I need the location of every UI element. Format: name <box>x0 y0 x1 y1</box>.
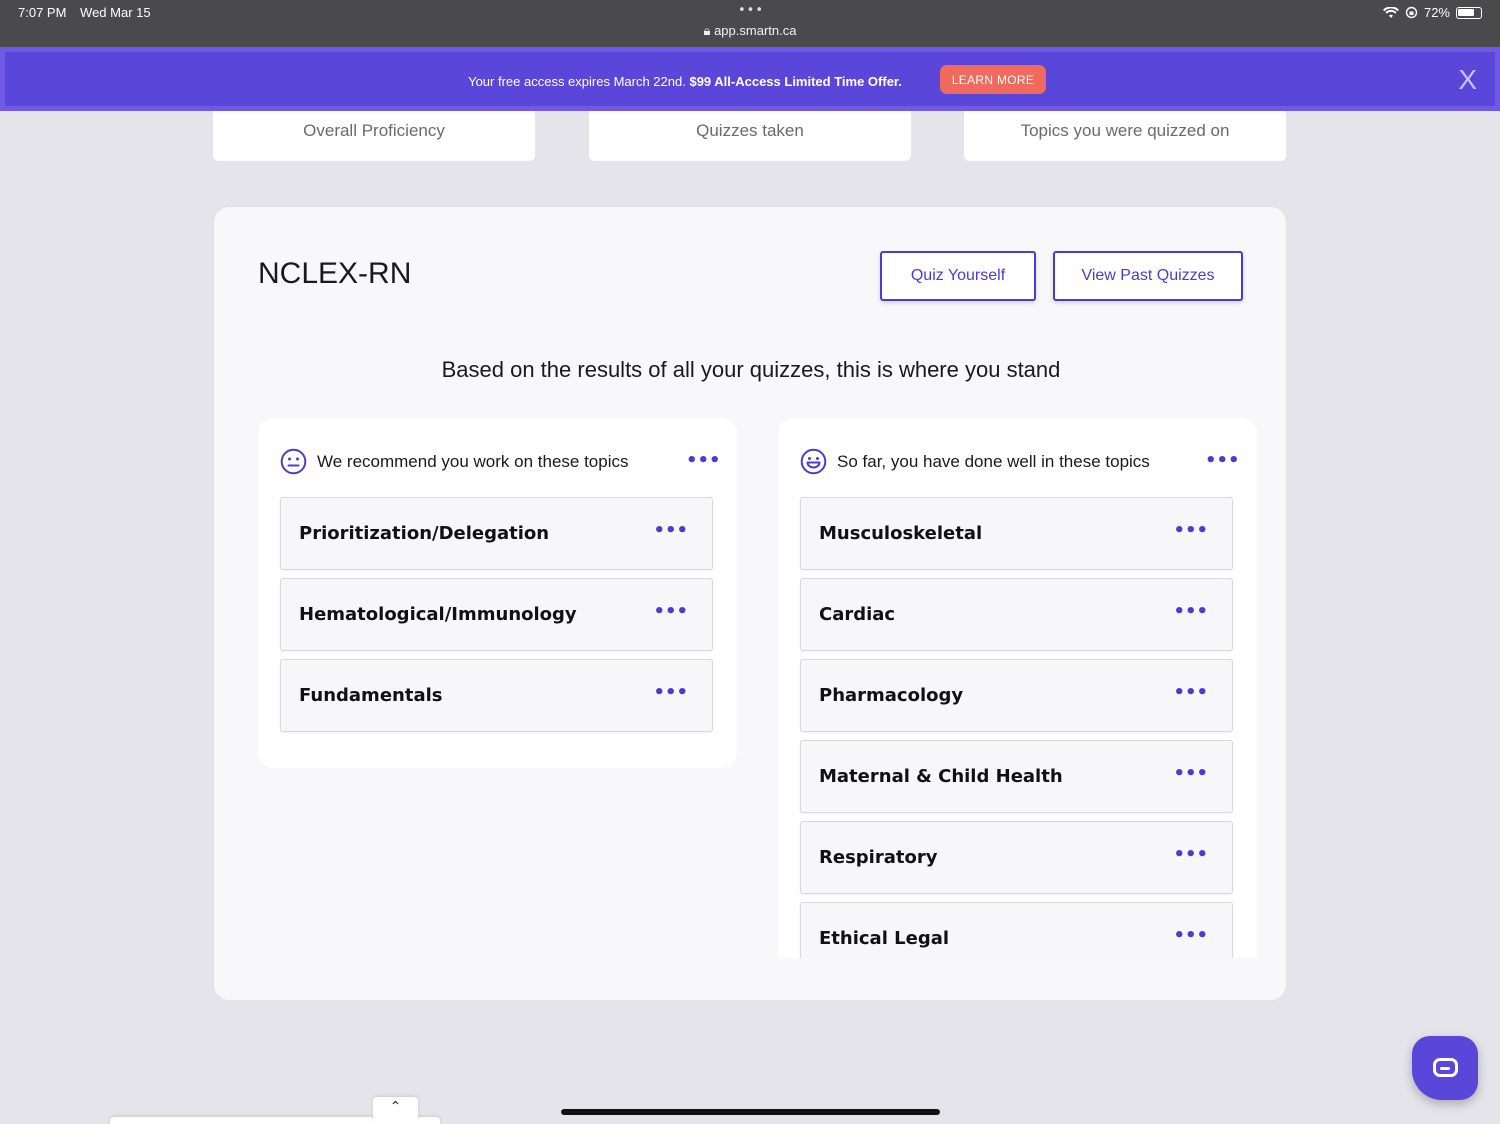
stat-card-topics-quizzed: Topics you were quizzed on <box>964 111 1286 161</box>
topic-label: Prioritization/Delegation <box>299 523 550 544</box>
standing-subtitle: Based on the results of all your quizzes… <box>441 357 1061 382</box>
topic-item[interactable]: Musculoskeletal ••• <box>800 497 1233 570</box>
wifi-icon <box>1382 6 1399 18</box>
promo-expiry-text: Your free access expires March 22nd. <box>468 74 686 89</box>
more-options-icon[interactable]: ••• <box>1173 601 1208 622</box>
more-options-icon[interactable]: ••• <box>1205 450 1240 471</box>
stat-card-overall-proficiency: Overall Proficiency <box>213 111 535 161</box>
topic-label: Musculoskeletal <box>819 523 983 544</box>
status-indicators: 72% <box>1382 5 1482 20</box>
recommend-header: We recommend you work on these topics <box>280 448 629 475</box>
neutral-face-icon <box>280 448 307 475</box>
chat-launcher-button[interactable] <box>1412 1036 1478 1100</box>
more-options-icon[interactable]: ••• <box>653 520 688 541</box>
more-options-icon[interactable]: ••• <box>1173 682 1208 703</box>
more-options-icon[interactable]: ••• <box>686 450 721 471</box>
promo-banner: Your free access expires March 22nd. $99… <box>0 47 1500 111</box>
recommend-heading: We recommend you work on these topics <box>317 451 629 471</box>
topic-label: Respiratory <box>819 847 938 868</box>
quiz-yourself-button[interactable]: Quiz Yourself <box>880 251 1036 301</box>
more-options-icon[interactable]: ••• <box>1173 925 1208 946</box>
topic-item[interactable]: Respiratory ••• <box>800 821 1233 894</box>
learn-more-button[interactable]: LEARN MORE <box>940 65 1046 94</box>
stat-label: Overall Proficiency <box>303 121 445 140</box>
topic-item[interactable]: Maternal & Child Health ••• <box>800 740 1233 813</box>
topic-item[interactable]: Hematological/Immunology ••• <box>280 578 713 651</box>
topic-item[interactable]: Fundamentals ••• <box>280 659 713 732</box>
topic-label: Ethical Legal <box>819 928 950 949</box>
promo-offer-text: $99 All-Access Limited Time Offer. <box>689 74 902 89</box>
more-options-icon[interactable]: ••• <box>1173 844 1208 865</box>
topic-label: Cardiac <box>819 604 896 625</box>
well-topics-card: So far, you have done well in these topi… <box>778 418 1257 958</box>
stat-label: Topics you were quizzed on <box>1020 121 1230 140</box>
well-heading: So far, you have done well in these topi… <box>837 451 1150 471</box>
status-date: Wed Mar 15 <box>80 5 151 20</box>
stat-card-quizzes-taken: Quizzes taken <box>589 111 911 161</box>
view-past-quizzes-button[interactable]: View Past Quizzes <box>1053 251 1243 301</box>
chat-icon <box>1433 1058 1458 1077</box>
topic-item[interactable]: Ethical Legal ••• <box>800 902 1233 958</box>
well-header: So far, you have done well in these topi… <box>800 448 1150 475</box>
stat-label: Quizzes taken <box>696 121 804 140</box>
topic-item[interactable]: Prioritization/Delegation ••• <box>280 497 713 570</box>
promo-message: Your free access expires March 22nd. $99… <box>5 74 1495 89</box>
lock-icon: 🔒︎ <box>703 23 711 38</box>
page-title: NCLEX-RN <box>258 257 412 290</box>
happy-face-icon <box>800 448 827 475</box>
more-options-icon[interactable]: ••• <box>653 682 688 703</box>
close-banner-icon[interactable]: X <box>1458 64 1477 96</box>
topic-label: Pharmacology <box>819 685 964 706</box>
browser-menu-dots-icon[interactable]: ••• <box>738 3 764 18</box>
url-bar[interactable]: 🔒︎ app.smartn.ca <box>0 23 1500 39</box>
recommend-topics-card: We recommend you work on these topics ••… <box>258 418 737 768</box>
status-time-date: 7:07 PM Wed Mar 15 <box>18 5 161 20</box>
more-options-icon[interactable]: ••• <box>653 601 688 622</box>
battery-icon <box>1456 6 1482 19</box>
topic-label: Maternal & Child Health <box>819 766 1063 787</box>
orientation-lock-icon <box>1405 6 1418 19</box>
ios-status-bar: 7:07 PM Wed Mar 15 ••• 🔒︎ app.smartn.ca … <box>0 0 1500 47</box>
topic-label: Fundamentals <box>299 685 443 706</box>
proficiency-panel: NCLEX-RN Quiz Yourself View Past Quizzes… <box>213 206 1287 1001</box>
battery-percent: 72% <box>1423 5 1450 20</box>
status-time: 7:07 PM <box>18 5 67 20</box>
topic-label: Hematological/Immunology <box>299 604 577 625</box>
url-text: app.smartn.ca <box>714 23 797 38</box>
more-options-icon[interactable]: ••• <box>1173 763 1208 784</box>
home-indicator <box>561 1109 940 1115</box>
chevron-up-icon[interactable]: ⌃ <box>373 1097 418 1123</box>
topic-item[interactable]: Pharmacology ••• <box>800 659 1233 732</box>
topic-item[interactable]: Cardiac ••• <box>800 578 1233 651</box>
more-options-icon[interactable]: ••• <box>1173 520 1208 541</box>
